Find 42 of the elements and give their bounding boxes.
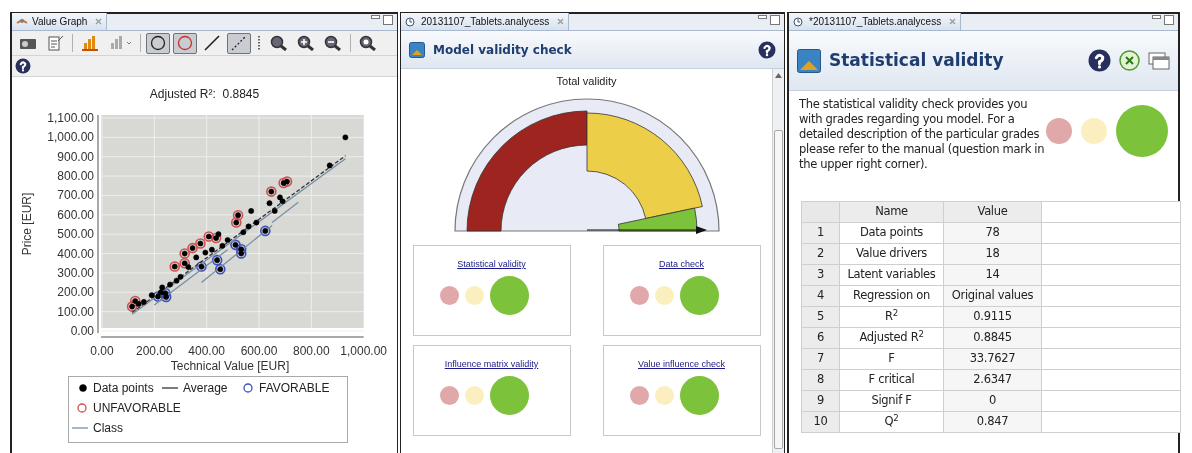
legend-label: FAVORABLE <box>258 381 329 395</box>
legend-label: Data points <box>92 381 154 395</box>
gauge-title: Total validity <box>556 74 617 87</box>
row-number: 7 <box>801 348 840 370</box>
legend-label: Class <box>92 421 123 435</box>
row-number: 2 <box>801 243 840 265</box>
x-axis-label: Technical Value [EUR] <box>170 359 289 373</box>
row-number: 9 <box>801 390 840 412</box>
y-tick-label: 1,100.00 <box>46 111 94 125</box>
legend-label: Average <box>182 381 227 395</box>
chart-heading: Adjusted R²: 0.8845 <box>149 87 260 101</box>
column-header: Name <box>839 201 944 223</box>
legend-label: UNFAVORABLE <box>92 401 181 415</box>
x-tick-label: 400.00 <box>187 344 225 358</box>
y-tick-label: 600.00 <box>56 207 94 222</box>
x-tick-label: 600.00 <box>240 344 277 358</box>
x-tick-label: 0.00 <box>89 344 114 358</box>
description-text: The statistical validity check provides you with grades regarding you model. For a detailed description of the particular grades please refer to the manual (question mark in the upper right corner). <box>799 97 1046 172</box>
row-number: 1 <box>801 222 840 244</box>
x-tick-label: 1,000.00 <box>339 344 387 358</box>
row-number: 8 <box>801 369 840 391</box>
row-number: 6 <box>801 327 840 349</box>
column-header: Value <box>943 201 1042 223</box>
y-tick-label: 700.00 <box>56 188 94 203</box>
y-tick-label: 400.00 <box>56 246 94 261</box>
x-tick-label: 200.00 <box>135 344 173 358</box>
y-tick-label: 1,000.00 <box>46 130 94 145</box>
row-number: 3 <box>801 264 840 286</box>
y-tick-label: 200.00 <box>56 285 94 300</box>
panel-title: Statistical validity <box>829 48 1004 72</box>
y-tick-label: 100.00 <box>56 304 94 319</box>
panel-title: Model validity check <box>433 41 572 59</box>
row-number: 5 <box>801 306 840 328</box>
row-number: 10 <box>801 411 840 433</box>
row-number: 4 <box>801 285 840 307</box>
y-tick-label: 500.00 <box>56 227 94 242</box>
y-tick-label: 900.00 <box>56 149 94 164</box>
x-tick-label: 800.00 <box>292 344 330 358</box>
y-axis-label: Price [EUR] <box>19 192 34 256</box>
y-tick-label: 0.00 <box>70 324 94 338</box>
y-tick-label: 300.00 <box>56 265 94 280</box>
y-tick-label: 800.00 <box>56 169 94 184</box>
